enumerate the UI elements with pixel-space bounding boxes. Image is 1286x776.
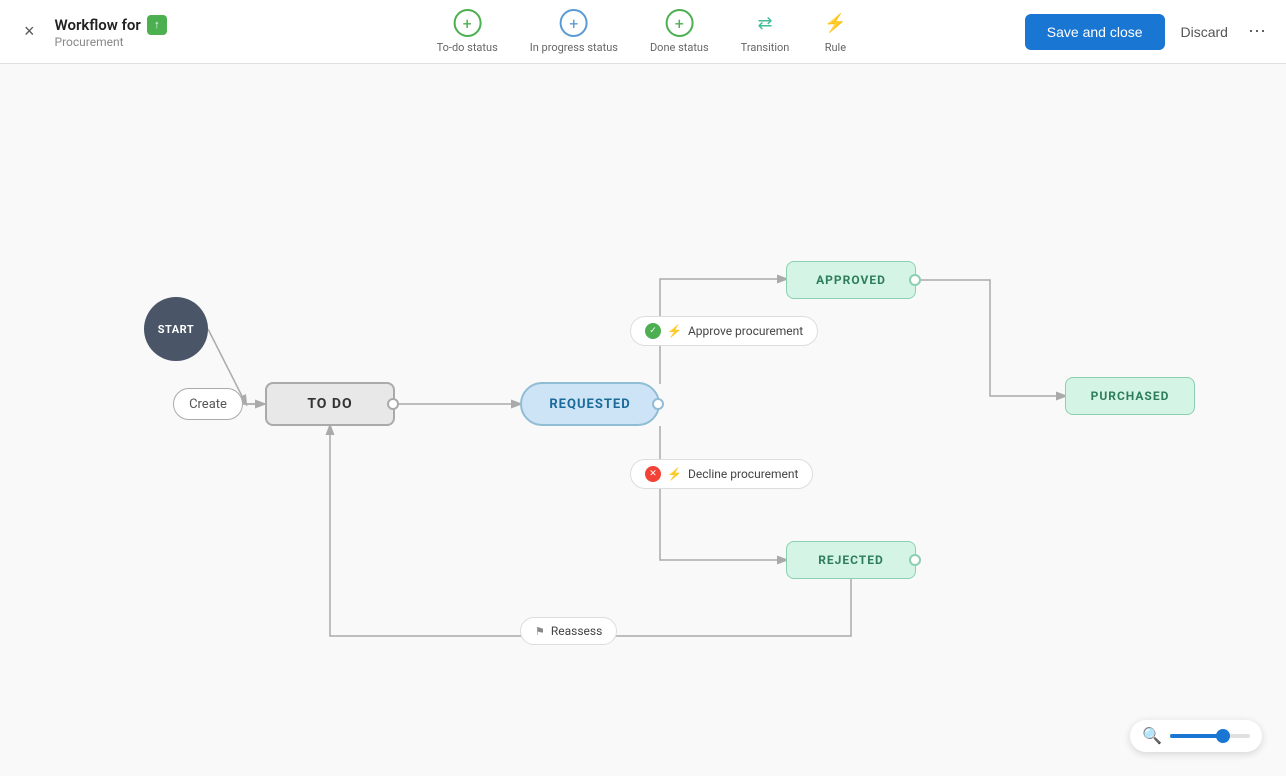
todo-node[interactable]: TO DO <box>265 382 395 426</box>
purchased-node-label: PURCHASED <box>1091 389 1170 403</box>
zoom-out-button[interactable]: 🔍 <box>1142 726 1162 746</box>
save-close-button[interactable]: Save and close <box>1025 14 1165 50</box>
toolbar-inprogress-status[interactable]: + In progress status <box>530 9 618 54</box>
upload-icon: ↑ <box>147 15 167 35</box>
todo-node-label: TO DO <box>307 396 352 412</box>
approved-node-dot <box>909 274 921 286</box>
toolbar-rule[interactable]: ⚡ Rule <box>821 9 849 54</box>
app-header: × Workflow for ↑ Procurement + To-do sta… <box>0 0 1286 64</box>
close-button[interactable]: × <box>16 17 43 46</box>
toolbar-done-status[interactable]: + Done status <box>650 9 709 54</box>
workflow-title-text: Workflow for <box>55 16 141 34</box>
more-options-button[interactable]: ⋯ <box>1244 11 1270 52</box>
zoom-track[interactable] <box>1170 734 1250 738</box>
decline-transition-label: Decline procurement <box>688 467 799 481</box>
toolbar-center: + To-do status + In progress status + Do… <box>437 9 850 54</box>
decline-lightning-icon: ⚡ <box>667 467 682 481</box>
rejected-node-dot <box>909 554 921 566</box>
requested-node[interactable]: REQUESTED <box>520 382 660 426</box>
rule-icon: ⚡ <box>821 9 849 37</box>
approve-lightning-icon: ⚡ <box>667 324 682 338</box>
approved-node-label: APPROVED <box>816 273 886 287</box>
rejected-node[interactable]: REJECTED <box>786 541 916 579</box>
todo-node-dot <box>387 398 399 410</box>
todo-status-label: To-do status <box>437 41 498 54</box>
requested-node-dot <box>652 398 664 410</box>
workflow-title-area: Workflow for ↑ Procurement <box>55 15 167 49</box>
decline-status-dot: ✕ <box>645 466 661 482</box>
approved-node[interactable]: APPROVED <box>786 261 916 299</box>
zoom-thumb <box>1216 729 1230 743</box>
workflow-canvas: START Create TO DO REQUESTED APPROVED PU… <box>0 64 1286 776</box>
toolbar-transition[interactable]: ⇄ Transition <box>741 9 790 54</box>
rule-label-text: Rule <box>825 41 846 54</box>
done-status-label: Done status <box>650 41 709 54</box>
inprogress-status-icon: + <box>560 9 588 37</box>
decline-transition[interactable]: ✕ ⚡ Decline procurement <box>630 459 813 489</box>
todo-status-icon: + <box>453 9 481 37</box>
requested-node-label: REQUESTED <box>549 397 630 412</box>
toolbar-todo-status[interactable]: + To-do status <box>437 9 498 54</box>
reassess-transition-label: Reassess <box>551 624 602 638</box>
transition-label-text: Transition <box>741 41 790 54</box>
reassess-flag-icon: ⚑ <box>535 625 545 638</box>
workflow-title: Workflow for ↑ <box>55 15 167 35</box>
transition-icon: ⇄ <box>751 9 779 37</box>
done-status-icon: + <box>665 9 693 37</box>
inprogress-status-label: In progress status <box>530 41 618 54</box>
reassess-transition[interactable]: ⚑ Reassess <box>520 617 617 645</box>
approve-transition[interactable]: ✓ ⚡ Approve procurement <box>630 316 818 346</box>
start-node-label: START <box>158 323 194 336</box>
discard-button[interactable]: Discard <box>1173 14 1236 50</box>
purchased-node[interactable]: PURCHASED <box>1065 377 1195 415</box>
approve-transition-label: Approve procurement <box>688 324 803 338</box>
create-node[interactable]: Create <box>173 388 243 420</box>
start-node[interactable]: START <box>144 297 208 361</box>
rejected-node-label: REJECTED <box>818 553 884 567</box>
approve-status-dot: ✓ <box>645 323 661 339</box>
toolbar-right: Save and close Discard ⋯ <box>1025 11 1270 52</box>
create-node-label: Create <box>189 397 227 412</box>
workflow-subtitle: Procurement <box>55 35 167 49</box>
zoom-controls: 🔍 <box>1130 720 1262 752</box>
